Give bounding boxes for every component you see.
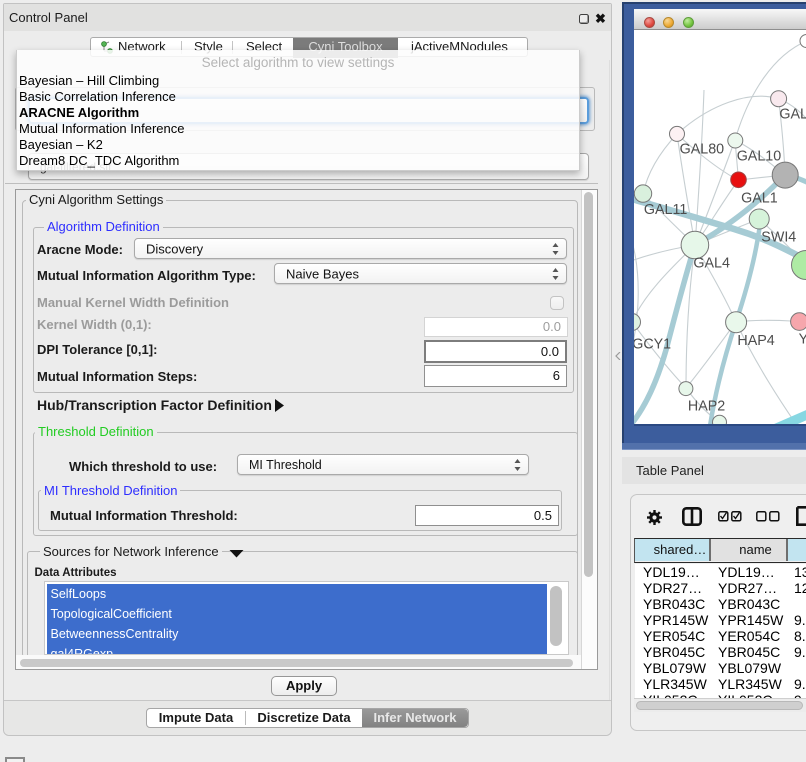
svg-text:SWI4: SWI4 — [761, 230, 796, 246]
svg-text:GAL80: GAL80 — [680, 142, 725, 158]
svg-text:GCY1: GCY1 — [634, 337, 671, 353]
svg-text:GAL4: GAL4 — [693, 255, 730, 271]
svg-text:HAP2: HAP2 — [688, 399, 725, 415]
svg-text:GAL: GAL — [779, 107, 806, 123]
svg-text:Y: Y — [799, 332, 806, 348]
svg-text:HAP4: HAP4 — [737, 333, 774, 349]
svg-text:GAL11: GAL11 — [644, 202, 687, 218]
svg-text:GAL1: GAL1 — [741, 191, 778, 207]
svg-text:GAL10: GAL10 — [737, 149, 782, 165]
